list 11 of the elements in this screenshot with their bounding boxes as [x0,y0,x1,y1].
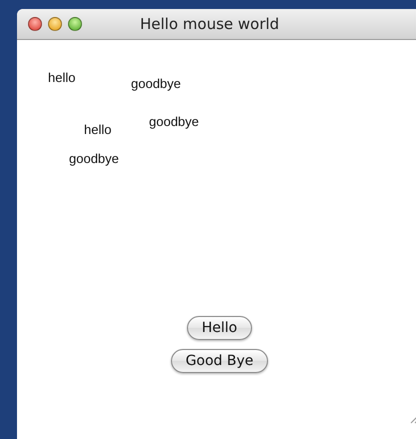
canvas-word: goodbye [149,114,199,129]
zoom-button[interactable] [68,17,82,31]
canvas-word: hello [84,122,112,137]
canvas-word: goodbye [69,151,119,166]
window-title: Hello mouse world [140,15,280,33]
canvas-word: goodbye [131,76,181,91]
push-button[interactable]: Good Bye [170,349,268,373]
push-button[interactable]: Hello [186,316,252,340]
minimize-button[interactable] [48,17,62,31]
canvas-word: hello [48,70,76,85]
close-button[interactable] [28,17,42,31]
